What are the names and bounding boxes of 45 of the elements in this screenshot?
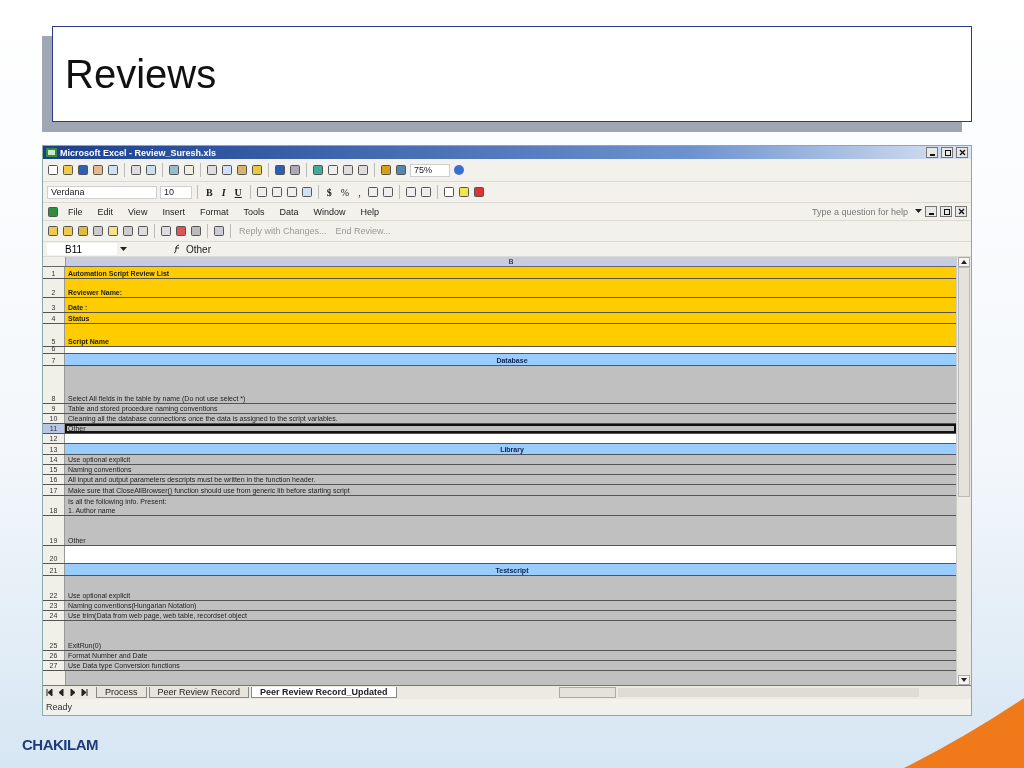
close-icon	[957, 208, 965, 215]
minimize-button[interactable]	[925, 206, 937, 217]
restore-button[interactable]	[941, 147, 953, 158]
slide-title: Reviews	[65, 51, 217, 97]
sheet-tab[interactable]: Peer Review Record_Updated	[251, 687, 397, 698]
font-size-field[interactable]: 10	[160, 185, 192, 199]
percent-button[interactable]: %	[337, 186, 353, 198]
restore-icon	[942, 208, 950, 215]
excel-icon	[46, 148, 57, 157]
menu-item[interactable]: Edit	[91, 206, 120, 217]
horizontal-scrollbar[interactable]	[558, 687, 919, 698]
vertical-scrollbar[interactable]	[956, 257, 971, 685]
company-logo: CHAKILAM	[22, 736, 98, 753]
window-title: Microsoft Excel - Review_Suresh.xls	[60, 147, 218, 158]
comma-button[interactable]: ,	[355, 186, 364, 198]
currency-button[interactable]: $	[323, 186, 335, 198]
caret-icon[interactable]	[120, 246, 127, 252]
scroll-down-icon[interactable]	[961, 678, 967, 682]
bold-button[interactable]: B	[203, 186, 216, 198]
italic-button[interactable]: I	[218, 186, 229, 198]
menu-item[interactable]: Format	[193, 206, 235, 217]
minimize-button[interactable]	[926, 147, 938, 158]
status-text: Ready	[46, 702, 72, 712]
menu-item[interactable]: View	[122, 206, 154, 217]
zoom-field[interactable]: 75%	[410, 163, 450, 177]
name-box[interactable]: B11	[47, 243, 117, 255]
scroll-up-icon[interactable]	[961, 260, 967, 264]
menu-item[interactable]: Insert	[156, 206, 191, 217]
menu-item[interactable]: Data	[273, 206, 305, 217]
close-icon	[958, 149, 966, 156]
underline-button[interactable]: U	[231, 186, 245, 198]
menu-item[interactable]: Tools	[237, 206, 271, 217]
close-button[interactable]	[955, 206, 967, 217]
font-field[interactable]: Verdana	[47, 185, 157, 199]
menu-item[interactable]: File	[62, 206, 89, 217]
restore-button[interactable]	[940, 206, 952, 217]
menu-item[interactable]: Help	[354, 206, 385, 217]
restore-icon	[943, 149, 951, 156]
menu-item[interactable]: Window	[307, 206, 352, 217]
help-field[interactable]: Type a question for help	[807, 206, 912, 217]
close-button[interactable]	[956, 147, 968, 158]
sheet-tab[interactable]: Process	[96, 687, 147, 698]
caret-icon[interactable]	[915, 209, 922, 214]
sheet-tab[interactable]: Peer Review Record	[148, 687, 250, 698]
formula-value[interactable]: Other	[186, 243, 211, 255]
